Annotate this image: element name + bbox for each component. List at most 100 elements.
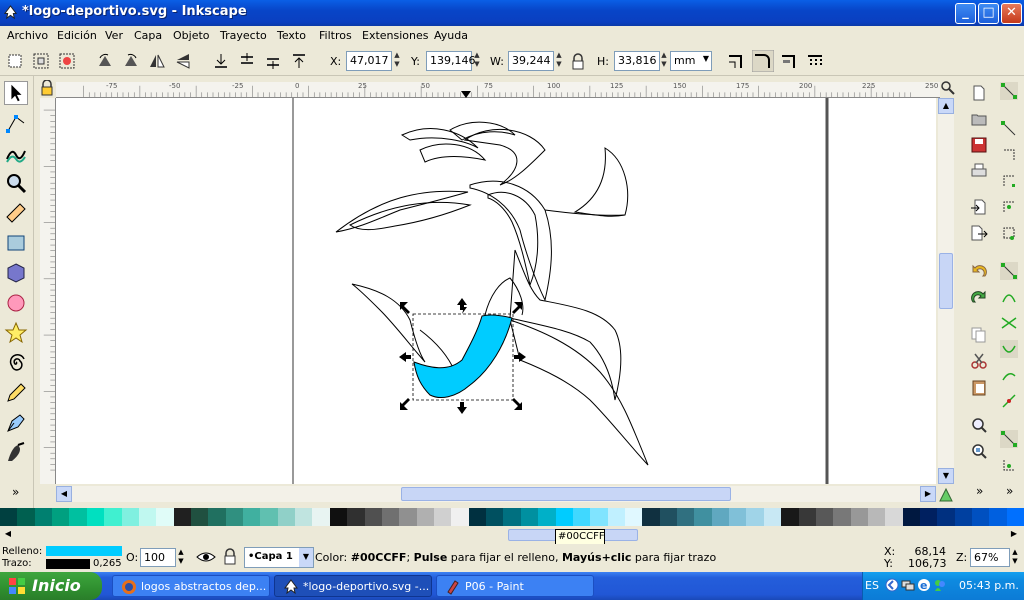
palette-swatch[interactable]	[416, 508, 434, 526]
eye-icon[interactable]	[196, 549, 216, 565]
palette-swatch[interactable]	[347, 508, 365, 526]
palette-swatch[interactable]	[243, 508, 261, 526]
copy-icon[interactable]	[970, 326, 988, 344]
export-icon[interactable]	[970, 224, 988, 242]
opacity-stepper[interactable]: ▲ ▼	[176, 548, 186, 567]
snap-bbox-centers-icon[interactable]	[1000, 224, 1018, 242]
layer-lock-icon[interactable]	[222, 548, 238, 566]
select-all-icon[interactable]	[6, 52, 24, 70]
zoom-stepper[interactable]: ▲ ▼	[1010, 548, 1020, 567]
palette-swatch[interactable]	[381, 508, 400, 526]
x-stepper[interactable]: ▲ ▼	[392, 51, 402, 71]
snap-toggle-icon[interactable]	[1000, 82, 1018, 100]
palette-swatch[interactable]	[329, 508, 348, 526]
palette-scroll-right-icon[interactable]: ▶	[1006, 527, 1022, 543]
minimize-button[interactable]: _	[955, 3, 976, 24]
tray-expand-icon[interactable]	[885, 578, 899, 592]
save-icon[interactable]	[970, 136, 988, 154]
palette-swatch[interactable]	[833, 508, 851, 526]
height-input[interactable]: 33,816	[614, 51, 660, 71]
menu-filtros[interactable]: Filtros	[319, 29, 352, 42]
snap-bbox-midpoints-icon[interactable]	[1000, 198, 1018, 216]
lock-guides-icon[interactable]	[40, 80, 54, 96]
opacity-input[interactable]: 100	[140, 548, 176, 567]
x-input[interactable]: 47,017	[346, 51, 392, 71]
palette-swatch[interactable]	[364, 508, 382, 526]
drawing-canvas[interactable]	[56, 98, 936, 484]
horizontal-scroll-thumb[interactable]	[401, 487, 731, 501]
palette-swatch[interactable]	[503, 508, 521, 526]
node-tool-icon[interactable]	[4, 111, 28, 135]
menu-ayuda[interactable]: Ayuda	[434, 29, 468, 42]
paste-icon[interactable]	[970, 378, 988, 396]
cut-icon[interactable]	[970, 352, 988, 370]
horizontal-scrollbar[interactable]: ◀ ▶	[56, 486, 936, 502]
menu-edicion[interactable]: Edición	[57, 29, 97, 42]
scale-stroke-icon[interactable]	[727, 52, 747, 72]
tweak-tool-icon[interactable]	[4, 141, 28, 165]
palette-swatch[interactable]	[486, 508, 504, 526]
palette-swatch[interactable]	[694, 508, 712, 526]
transform-gradients-icon[interactable]	[780, 52, 800, 72]
menu-archivo[interactable]: Archivo	[7, 29, 48, 42]
flip-vertical-icon[interactable]	[174, 52, 192, 70]
snap-cusp-nodes-icon[interactable]	[1000, 340, 1018, 358]
palette-swatch[interactable]	[34, 508, 53, 526]
menu-objeto[interactable]: Objeto	[173, 29, 210, 42]
palette-swatch[interactable]	[52, 508, 70, 526]
y-input[interactable]: 139,146	[426, 51, 476, 71]
select-all-layers-icon[interactable]	[32, 52, 50, 70]
zoom-input[interactable]: 67%	[970, 548, 1010, 567]
color-managed-toggle-icon[interactable]	[938, 487, 954, 503]
ie-icon[interactable]: e	[917, 578, 931, 592]
ellipse-tool-icon[interactable]	[4, 291, 28, 315]
commands-more-icon[interactable]: »	[976, 484, 983, 498]
open-folder-icon[interactable]	[970, 110, 988, 128]
palette-swatch[interactable]	[937, 508, 955, 526]
lock-icon[interactable]	[570, 53, 586, 71]
stroke-swatch[interactable]	[46, 559, 90, 569]
pencil-tool-icon[interactable]	[4, 381, 28, 405]
import-icon[interactable]	[970, 198, 988, 216]
unit-select[interactable]: mm ▼	[670, 51, 712, 71]
width-input[interactable]: 39,244	[508, 51, 554, 71]
scroll-up-icon[interactable]: ▲	[938, 98, 954, 114]
task-firefox[interactable]: logos abstractos dep...	[112, 575, 270, 597]
vertical-scrollbar[interactable]: ▲ ▼	[938, 98, 954, 484]
palette-swatch[interactable]	[433, 508, 452, 526]
canvas-svg[interactable]	[56, 98, 936, 484]
selector-tool-icon[interactable]	[4, 81, 28, 105]
color-palette[interactable]	[0, 508, 1024, 526]
zoom-corner-icon[interactable]	[940, 80, 956, 96]
palette-swatch[interactable]	[312, 508, 330, 526]
zoom-drawing-icon[interactable]	[970, 442, 988, 460]
palette-swatch[interactable]	[451, 508, 469, 526]
scroll-right-icon[interactable]: ▶	[920, 486, 936, 502]
palette-swatch[interactable]	[69, 508, 87, 526]
palette-swatch[interactable]	[607, 508, 625, 526]
menu-extensiones[interactable]: Extensiones	[362, 29, 429, 42]
palette-swatch[interactable]	[763, 508, 782, 526]
menu-ver[interactable]: Ver	[105, 29, 123, 42]
menu-capa[interactable]: Capa	[134, 29, 162, 42]
measure-tool-icon[interactable]	[4, 201, 28, 225]
palette-swatch[interactable]	[815, 508, 834, 526]
palette-scroll-left-icon[interactable]: ◀	[0, 527, 16, 543]
toolbox-more-icon[interactable]: »	[12, 485, 19, 499]
redo-icon[interactable]	[970, 288, 988, 306]
palette-swatch[interactable]	[902, 508, 921, 526]
undo-icon[interactable]	[970, 262, 988, 280]
snap-nodes-icon[interactable]	[1000, 262, 1018, 280]
snap-others-icon[interactable]	[1000, 430, 1018, 448]
menu-trayecto[interactable]: Trayecto	[220, 29, 267, 42]
palette-swatch[interactable]	[173, 508, 191, 526]
palette-swatch[interactable]	[555, 508, 573, 526]
palette-swatch[interactable]	[104, 508, 122, 526]
palette-swatch[interactable]	[138, 508, 157, 526]
snap-object-center-icon[interactable]	[1000, 456, 1018, 474]
spiral-tool-icon[interactable]	[4, 351, 28, 375]
deselect-icon[interactable]	[58, 52, 76, 70]
lower-icon[interactable]	[238, 52, 256, 70]
3d-box-tool-icon[interactable]	[4, 261, 28, 285]
rotate-cw-icon[interactable]	[122, 52, 140, 70]
